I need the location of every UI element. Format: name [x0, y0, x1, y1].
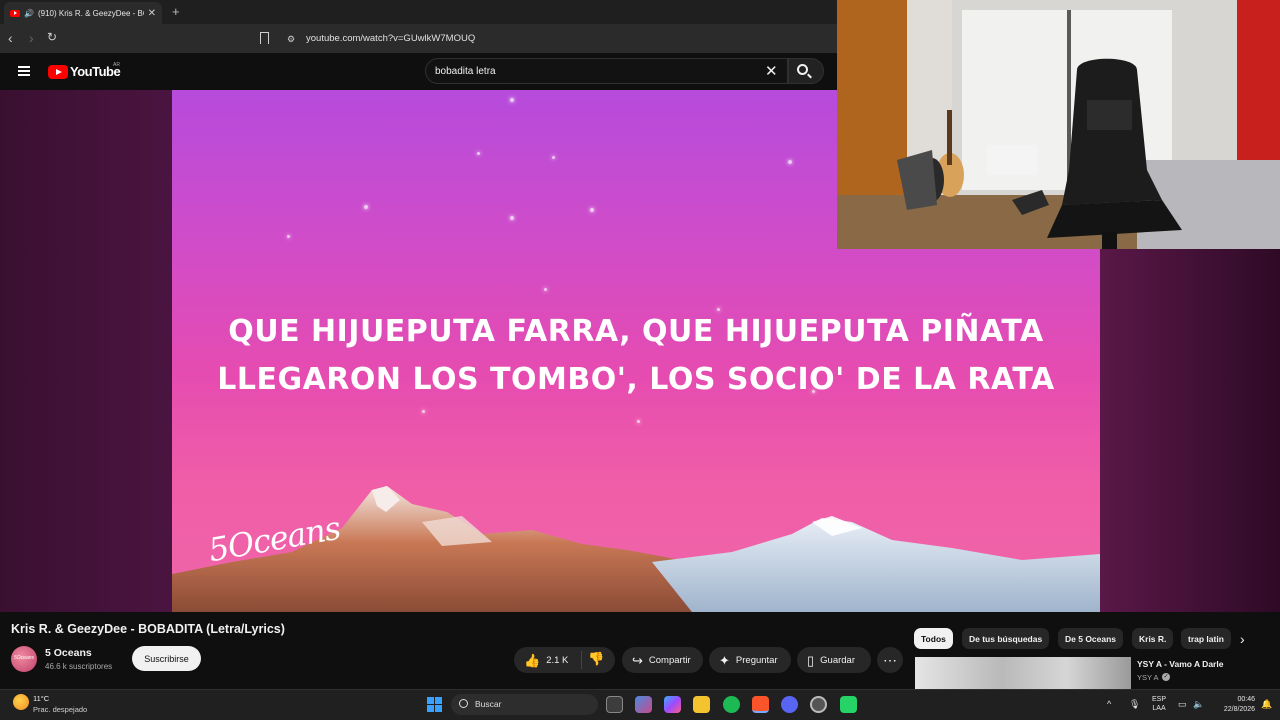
sparkle — [422, 410, 425, 413]
back-icon[interactable]: ‹ — [8, 30, 13, 46]
language-indicator[interactable]: ESP LAA — [1152, 695, 1166, 713]
bookmark-save-icon: ▯ — [807, 652, 815, 668]
weather-description[interactable]: Prac. despejado — [33, 705, 87, 714]
bookmark-icon[interactable] — [260, 32, 269, 44]
like-divider — [581, 651, 582, 669]
discord-icon[interactable] — [781, 696, 798, 713]
sparkle — [590, 208, 594, 212]
language-code: ESP — [1152, 696, 1167, 703]
volume-icon[interactable]: 🔈 — [1193, 699, 1204, 710]
lyrics-line-1: QUE HIJUEPUTA FARRA, QUE HIJUEPUTA PIÑAT… — [228, 314, 1044, 349]
microphone-icon[interactable]: 🎙 — [1129, 699, 1140, 710]
sparkle — [510, 216, 514, 220]
recommended-channel[interactable]: YSY A — [1137, 673, 1159, 682]
webcam-scene — [837, 0, 1280, 249]
search-icon[interactable] — [797, 64, 808, 75]
task-view-icon[interactable] — [606, 696, 623, 713]
lyrics-line-2: LLEGARON LOS TOMBO', LOS SOCIO' DE LA RA… — [217, 362, 1055, 397]
whatsapp-icon[interactable] — [840, 696, 857, 713]
chip-searches[interactable]: De tus búsquedas — [962, 628, 1050, 649]
clock-time: 00:46 — [1237, 696, 1255, 703]
new-tab-button[interactable]: + — [172, 4, 180, 19]
video-title: Kris R. & GeezyDee - BOBADITA (Letra/Lyr… — [11, 622, 285, 636]
save-button[interactable]: ▯ Guardar — [797, 647, 871, 673]
chip-genre[interactable]: trap latin — [1181, 628, 1231, 649]
close-tab-icon[interactable]: ✕ — [148, 8, 156, 19]
share-icon: ↪ — [632, 652, 643, 668]
taskbar-search[interactable] — [451, 694, 598, 715]
system-clock[interactable]: 00:46 22/8/2026 — [1213, 695, 1255, 715]
avatar-label: 5Oceans — [14, 655, 35, 661]
store-icon[interactable] — [635, 696, 652, 713]
sparkle — [788, 160, 792, 164]
youtube-favicon-icon — [10, 9, 20, 17]
lyrics-caption: QUE HIJUEPUTA FARRA, QUE HIJUEPUTA PIÑAT… — [172, 308, 1100, 404]
windows-start-icon[interactable] — [427, 697, 442, 712]
weather-temperature[interactable]: 11°C — [33, 694, 49, 703]
recommended-title[interactable]: YSY A - Vamo A Darle — [1137, 659, 1223, 669]
spotify-icon[interactable] — [723, 696, 740, 713]
chevron-right-icon[interactable]: › — [1240, 631, 1245, 647]
hamburger-menu-icon[interactable] — [18, 66, 30, 76]
tab-title: (910) Kris R. & GeezyDee - BO — [37, 8, 144, 18]
url-field[interactable]: youtube.com/watch?v=GUwlkW7MOUQ — [306, 33, 475, 44]
taskbar-search-icon — [459, 699, 468, 708]
thumbs-down-icon: 👎 — [588, 651, 605, 666]
country-code: AR — [113, 62, 120, 68]
chip-channel[interactable]: De 5 Oceans — [1058, 628, 1124, 649]
sparkle — [544, 288, 547, 291]
webcam-overlay — [837, 0, 1280, 249]
ask-label: Preguntar — [735, 654, 778, 666]
forward-icon[interactable]: › — [29, 30, 34, 46]
share-button[interactable]: ↪ Compartir — [622, 647, 703, 673]
site-info-icon[interactable]: ⚙ — [287, 34, 295, 45]
chevron-up-icon[interactable]: ^ — [1107, 699, 1111, 709]
clear-search-icon[interactable]: ✕ — [765, 62, 778, 80]
sparkle — [477, 152, 480, 155]
chip-artist[interactable]: Kris R. — [1132, 628, 1174, 649]
more-icon: ⋯ — [883, 651, 897, 668]
keyboard-layout: LAA — [1152, 705, 1166, 712]
sparkle — [552, 156, 555, 159]
screen: 🔊 (910) Kris R. & GeezyDee - BO ✕ + ‹ › … — [0, 0, 1280, 720]
subscriber-count: 46.6 k suscriptores — [45, 662, 113, 671]
search-query[interactable]: bobadita letra — [435, 66, 496, 77]
sparkle-icon: ✦ — [719, 652, 730, 668]
weather-icon[interactable] — [13, 694, 29, 710]
save-label: Guardar — [820, 654, 856, 666]
more-actions-button[interactable]: ⋯ — [877, 647, 903, 673]
brave-browser-icon[interactable] — [752, 696, 769, 713]
speaker-icon[interactable]: 🔊 — [24, 9, 34, 18]
browser-tab[interactable]: 🔊 (910) Kris R. & GeezyDee - BO ✕ — [4, 2, 162, 24]
youtube-logo-icon[interactable] — [48, 65, 68, 79]
thumbs-up-icon: 👍 — [524, 652, 541, 668]
sparkle — [287, 235, 290, 238]
share-label: Compartir — [648, 654, 691, 666]
file-explorer-icon[interactable] — [693, 696, 710, 713]
notification-icon[interactable]: 🔔 — [1261, 699, 1272, 710]
sparkle — [364, 205, 368, 209]
subscribe-button[interactable]: Suscribirse — [132, 646, 201, 671]
network-icon[interactable]: ▭ — [1178, 699, 1187, 710]
obs-icon[interactable] — [810, 696, 827, 713]
recommended-thumbnail[interactable] — [915, 657, 1131, 689]
reload-icon[interactable]: ↻ — [47, 30, 57, 44]
like-count: 2.1 K — [546, 654, 569, 666]
channel-name[interactable]: 5 Oceans — [45, 647, 92, 659]
copilot-icon[interactable] — [664, 696, 681, 713]
verified-icon: ✓ — [1162, 673, 1170, 681]
taskbar-search-label[interactable]: Buscar — [475, 699, 501, 709]
sparkle — [510, 98, 514, 102]
ask-button[interactable]: ✦ Preguntar — [709, 647, 791, 673]
dislike-button[interactable]: 👎 — [588, 651, 604, 667]
clock-date: 22/8/2026 — [1223, 706, 1255, 713]
sparkle — [637, 420, 640, 423]
chip-todos[interactable]: Todos — [914, 628, 953, 649]
